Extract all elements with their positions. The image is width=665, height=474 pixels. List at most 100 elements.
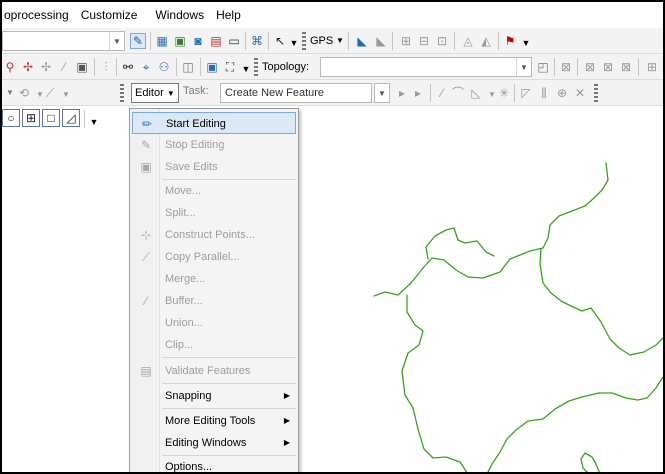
- standard-toolbar: ▼ ✎ ▦ ▣ ◙ ▤ ▭ ⌘ ↖ ▼ GPS ▼ ◣ ◣ ⊞ ⊟ ⊡ ◬ ◭ …: [2, 28, 663, 54]
- flag-icon[interactable]: ⚑: [502, 33, 518, 49]
- rectangle-select-icon[interactable]: □: [42, 109, 60, 127]
- geometric-network-icon[interactable]: ✢: [20, 59, 36, 75]
- go-to-xy-icon[interactable]: ⌖: [138, 59, 154, 75]
- gps-label[interactable]: GPS: [310, 33, 333, 49]
- menu-item-construct-points[interactable]: ⊹ Construct Points...: [132, 224, 296, 246]
- menu-item-editing-windows[interactable]: Editing Windows ▶: [132, 432, 296, 454]
- menu-item-label: Editing Windows: [165, 437, 247, 449]
- menu-item-label: Merge...: [165, 273, 206, 285]
- editor-toolbar-icon[interactable]: ✎: [130, 33, 146, 49]
- menu-item-snapping[interactable]: Snapping ▶: [132, 385, 296, 407]
- topology-inspector-icon: ⊞: [646, 60, 658, 74]
- chevron-down-icon[interactable]: ▼: [238, 61, 254, 77]
- network-edit-icon: ⁄: [62, 60, 65, 74]
- toolbar-separator: [116, 58, 117, 76]
- gps-flag-disabled-icon: ◣: [376, 34, 386, 48]
- menu-item-stop-editing[interactable]: ✎ Stop Editing: [132, 134, 296, 156]
- polygon-select-icon[interactable]: ◿: [62, 109, 80, 127]
- menu-item-label: Buffer...: [165, 295, 203, 307]
- toolbar-separator: [454, 32, 455, 50]
- catalog-icon[interactable]: ▣: [172, 33, 188, 49]
- toolbar-grip[interactable]: [594, 84, 598, 102]
- menu-item-options[interactable]: Options...: [132, 456, 296, 472]
- south-boundary-line: [401, 294, 468, 472]
- network-icon[interactable]: ⚲: [2, 59, 18, 75]
- html-popup-icon[interactable]: ▣: [204, 59, 220, 75]
- toolbar-separator: [150, 32, 151, 50]
- gps-track-icon: ◬: [463, 34, 473, 48]
- menu-item-move[interactable]: Move...: [132, 180, 296, 202]
- editor-dropdown-menu: ✏ Start Editing ✎ Stop Editing ▣ Save Ed…: [129, 108, 299, 472]
- chevron-down-icon[interactable]: ▼: [332, 33, 348, 49]
- python-window-icon[interactable]: ▭: [226, 33, 242, 49]
- circle-select-icon[interactable]: ○: [2, 109, 20, 127]
- toolbar-grip[interactable]: [302, 32, 306, 50]
- search-window-icon[interactable]: ◙: [190, 33, 206, 49]
- gps-camera-icon: ⊟: [418, 34, 430, 48]
- submenu-arrow-icon: ▶: [283, 416, 290, 425]
- chevron-down-icon[interactable]: ▼: [286, 35, 302, 51]
- menu-item-copy-parallel[interactable]: ⟋ Copy Parallel...: [132, 246, 296, 268]
- topology-combo[interactable]: ▼: [320, 57, 532, 77]
- toolbar-grip[interactable]: [254, 58, 258, 76]
- validate-icon: ▤: [140, 364, 152, 378]
- network-disabled-icon: ✢: [40, 60, 52, 74]
- toolbar-grip[interactable]: [120, 84, 124, 102]
- menu-item-label: Construct Points...: [165, 229, 255, 241]
- arcmap-window: oprocessing Customize Windows Help ▼ ✎ ▦…: [0, 0, 665, 474]
- menu-item-split[interactable]: Split...: [132, 202, 296, 224]
- menu-item-save-edits[interactable]: ▣ Save Edits: [132, 156, 296, 178]
- split-icon: ✕: [574, 86, 586, 100]
- feature-lines: [373, 162, 663, 472]
- toolbar-separator: [245, 32, 246, 50]
- end-point-arc-icon: ⌒: [451, 86, 464, 100]
- topology-error-icon: ⊠: [620, 60, 632, 74]
- menu-item-more-editing-tools[interactable]: More Editing Tools ▶: [132, 410, 296, 432]
- toolbar-separator: [84, 110, 85, 128]
- time-slider-icon[interactable]: ⛶: [222, 59, 238, 75]
- toolbar-separator: [430, 84, 431, 102]
- menu-item-union[interactable]: Union...: [132, 312, 296, 334]
- save-icon: ▣: [140, 160, 152, 174]
- table-icon[interactable]: ▦: [154, 33, 170, 49]
- chevron-down-icon[interactable]: ▼: [518, 35, 534, 51]
- topology-edit-icon[interactable]: ◰: [535, 59, 551, 75]
- menu-item-label: Clip...: [165, 339, 194, 351]
- model-builder-icon[interactable]: ⌘: [249, 33, 265, 49]
- chevron-down-icon[interactable]: ▼: [516, 58, 531, 76]
- toolbar-separator: [348, 32, 349, 50]
- scale-combo[interactable]: ▼: [2, 31, 125, 51]
- topology-toolbar: ⚲ ✢ ✢ ⁄ ▣ ⫶ ⚯ ⌖ ⚇ ◫ ▣ ⛶ ▼ Topology: ▼ ◰ …: [2, 54, 663, 80]
- menu-item-clip[interactable]: Clip...: [132, 334, 296, 356]
- hyperlink-icon[interactable]: ◫: [180, 59, 196, 75]
- chevron-down-icon[interactable]: ▼: [109, 32, 124, 50]
- menu-geoprocessing[interactable]: oprocessing: [2, 2, 75, 28]
- chevron-down-icon[interactable]: ▼: [86, 114, 102, 130]
- menu-item-start-editing[interactable]: ✏ Start Editing: [132, 112, 296, 134]
- copy-parallel-icon: ⟋: [141, 249, 151, 264]
- editor-menu-button[interactable]: Editor ▼: [131, 83, 179, 103]
- menu-item-label: Stop Editing: [165, 139, 225, 151]
- menu-item-buffer[interactable]: ⁄ Buffer...: [132, 290, 296, 312]
- pencil-icon: ✏: [141, 117, 153, 131]
- menu-windows[interactable]: Windows: [143, 2, 210, 28]
- map-canvas[interactable]: [2, 134, 663, 472]
- task-combo[interactable]: Create New Feature: [220, 83, 372, 103]
- toolbox-icon[interactable]: ▤: [208, 33, 224, 49]
- construct-points-icon: ⊹: [140, 228, 152, 242]
- trace-icon: ◺: [471, 86, 481, 100]
- menu-help[interactable]: Help: [210, 2, 247, 28]
- grid-select-icon[interactable]: ⊞: [22, 109, 40, 127]
- menu-item-validate-features[interactable]: ▤ Validate Features: [132, 360, 296, 382]
- menu-separator: [162, 383, 296, 384]
- binoculars-icon[interactable]: ⚯: [120, 59, 136, 75]
- buffer-icon: ⁄: [144, 294, 147, 308]
- menu-item-merge[interactable]: Merge...: [132, 268, 296, 290]
- measure-icon[interactable]: ⚇: [156, 59, 172, 75]
- chevron-down-icon[interactable]: ▼: [374, 83, 390, 103]
- editor-menu-label: Editor: [135, 87, 164, 99]
- flow-icon[interactable]: ▣: [74, 59, 90, 75]
- task-label: Task:: [183, 85, 209, 97]
- gps-flag-icon[interactable]: ◣: [354, 33, 370, 49]
- menu-customize[interactable]: Customize: [75, 2, 144, 28]
